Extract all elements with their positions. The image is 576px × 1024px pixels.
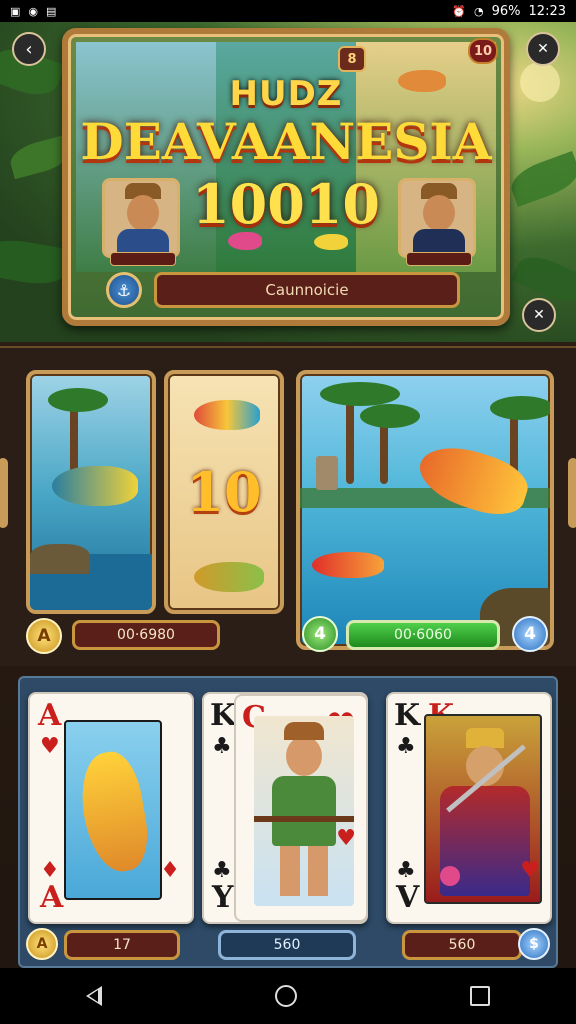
bonus-value: 10: [186, 460, 262, 524]
playing-card-king[interactable]: K ♣ C ♥ ♥ ♣ Y: [202, 692, 368, 924]
river-scene-card[interactable]: [296, 370, 554, 650]
notification-icon: ▣: [10, 4, 21, 18]
level-badge: 8: [338, 46, 366, 72]
right-amount-bar[interactable]: 00·6060: [346, 620, 500, 650]
fish-icon: [228, 232, 262, 250]
game-screen: ▣ ◉ ▤ ⏰ ◔ 96% 12:23 ‹ ✕ ✕ 8 10 HUDZ DEAV…: [0, 0, 576, 1024]
card3-amount[interactable]: 560: [402, 930, 522, 960]
cards-area: A ♥ ♦ A ♦ K ♣ C ♥: [18, 676, 558, 968]
hero-portrait-left: [102, 178, 180, 258]
notification-badge[interactable]: 10: [468, 38, 498, 64]
heart-icon: ♥: [520, 858, 540, 883]
hero-nameplate-left: [110, 252, 176, 266]
battery-percent: 96%: [491, 3, 521, 19]
coin-badge-card1: A: [26, 928, 58, 960]
card-rank: K: [210, 698, 237, 733]
fish-card-art: [64, 720, 162, 900]
left-amount-bar[interactable]: 00·6980: [72, 620, 220, 650]
club-icon: ♣: [396, 734, 416, 759]
wifi-icon: ◔: [474, 4, 484, 18]
diamond-icon: ♦: [160, 858, 180, 883]
status-time: 12:23: [528, 3, 566, 19]
status-bar: ▣ ◉ ▤ ⏰ ◔ 96% 12:23: [0, 0, 576, 22]
alarm-icon: ⏰: [452, 4, 467, 18]
hero-portrait-right: [398, 178, 476, 258]
hero-nameplate-right: [406, 252, 472, 266]
golden-fish-icon: [74, 747, 154, 877]
side-ornament-left: [0, 458, 8, 528]
card-rank: K: [394, 698, 421, 733]
settings-button[interactable]: ✕: [522, 298, 556, 332]
banner-title-line2: DEAVAANESIA: [80, 112, 492, 171]
flying-fish-card[interactable]: [26, 370, 156, 614]
fish-icon: [398, 70, 446, 92]
nav-back-icon[interactable]: [86, 986, 103, 1006]
crossed-tools-icon: ✕: [537, 41, 549, 57]
flying-fish-icon: [52, 466, 138, 506]
crossed-swords-icon: ✕: [533, 307, 545, 323]
card-rank-bottom: V: [396, 880, 420, 915]
nav-recents-icon[interactable]: [469, 986, 490, 1006]
coin-icon[interactable]: ⚓: [106, 272, 142, 308]
club-icon: ♣: [212, 734, 232, 759]
coin-badge-card3[interactable]: $: [518, 928, 550, 960]
counter-badge-left: 4: [302, 616, 338, 652]
fish-icon: [314, 234, 348, 250]
system-nav-bar: [0, 968, 576, 1024]
bonus-10-card[interactable]: 10: [164, 370, 284, 614]
side-ornament-right: [568, 458, 576, 528]
mid-section: 10 A 00·6980 4 00·6060 4: [0, 346, 576, 666]
card1-amount[interactable]: 17: [64, 930, 180, 960]
fish-icon: [194, 400, 260, 430]
playing-card-ace[interactable]: A ♥ ♦ A ♦: [28, 692, 194, 924]
coin-badge-left: A: [26, 618, 62, 654]
tools-button[interactable]: ✕: [526, 32, 560, 66]
fish-icon: [194, 562, 264, 592]
heart-icon: ♥: [336, 826, 356, 851]
fish-icon: [312, 552, 384, 578]
gallery-icon: ▤: [46, 4, 57, 18]
card2-amount[interactable]: 560: [218, 930, 356, 960]
counter-badge-right: 4: [512, 616, 548, 652]
card-rank: A: [38, 698, 62, 733]
camera-icon: ◉: [28, 4, 39, 18]
heart-icon: ♥: [40, 734, 60, 759]
nav-home-icon[interactable]: [274, 985, 297, 1007]
back-button[interactable]: ‹: [12, 32, 46, 66]
card-rank-bottom: A: [40, 880, 64, 915]
card-rank-bottom: Y: [212, 880, 234, 915]
banner-action-bar[interactable]: Caunnoicie: [154, 272, 460, 308]
warrior-card-art: [254, 716, 354, 906]
chevron-left-icon: ‹: [25, 38, 33, 60]
game-banner[interactable]: 8 10 HUDZ DEAVAANESIA 10010 ⚓ Caunnoicie: [62, 28, 510, 326]
playing-card-king-2[interactable]: K ♣ K ♦ ♣ V ♥: [386, 692, 552, 924]
